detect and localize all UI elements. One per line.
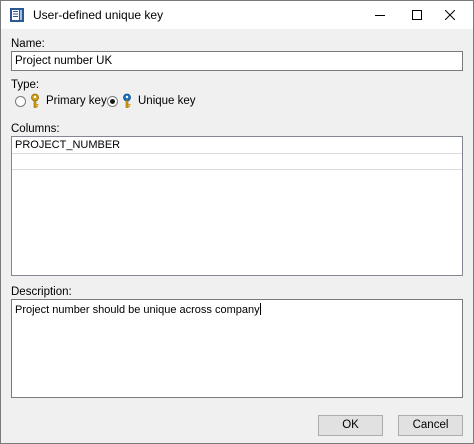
type-label: Type: xyxy=(11,79,40,91)
title-bar[interactable]: User-defined unique key xyxy=(1,1,473,29)
cancel-button[interactable]: Cancel xyxy=(398,415,463,436)
primary-key-radio-circle[interactable] xyxy=(15,95,26,107)
description-label: Description: xyxy=(11,286,72,298)
description-text: Project number should be unique across c… xyxy=(15,304,260,316)
column-row[interactable]: PROJECT_NUMBER xyxy=(12,137,462,154)
table-key-app-icon xyxy=(10,8,24,22)
dialog-window: User-defined unique key Name: Type: xyxy=(0,0,474,444)
unique-key-radio-circle[interactable] xyxy=(107,95,118,107)
column-row-empty[interactable] xyxy=(12,154,462,170)
ok-button[interactable]: OK xyxy=(318,415,383,436)
unique-key-radio[interactable]: Unique key xyxy=(107,93,196,109)
primary-key-label: Primary key xyxy=(46,95,107,107)
window-title: User-defined unique key xyxy=(33,8,164,22)
primary-key-radio[interactable]: Primary key xyxy=(15,93,107,109)
description-textarea[interactable]: Project number should be unique across c… xyxy=(11,299,463,398)
close-icon xyxy=(445,10,455,20)
close-button[interactable] xyxy=(427,1,473,29)
unique-key-icon xyxy=(123,93,131,108)
unique-key-label: Unique key xyxy=(138,95,196,107)
name-input[interactable] xyxy=(11,51,463,71)
name-label: Name: xyxy=(11,38,45,50)
columns-label: Columns: xyxy=(11,123,60,135)
maximize-icon xyxy=(412,10,422,20)
minimize-icon xyxy=(375,15,385,16)
columns-list[interactable]: PROJECT_NUMBER xyxy=(11,136,463,276)
primary-key-icon xyxy=(31,93,39,108)
text-caret xyxy=(259,303,261,315)
